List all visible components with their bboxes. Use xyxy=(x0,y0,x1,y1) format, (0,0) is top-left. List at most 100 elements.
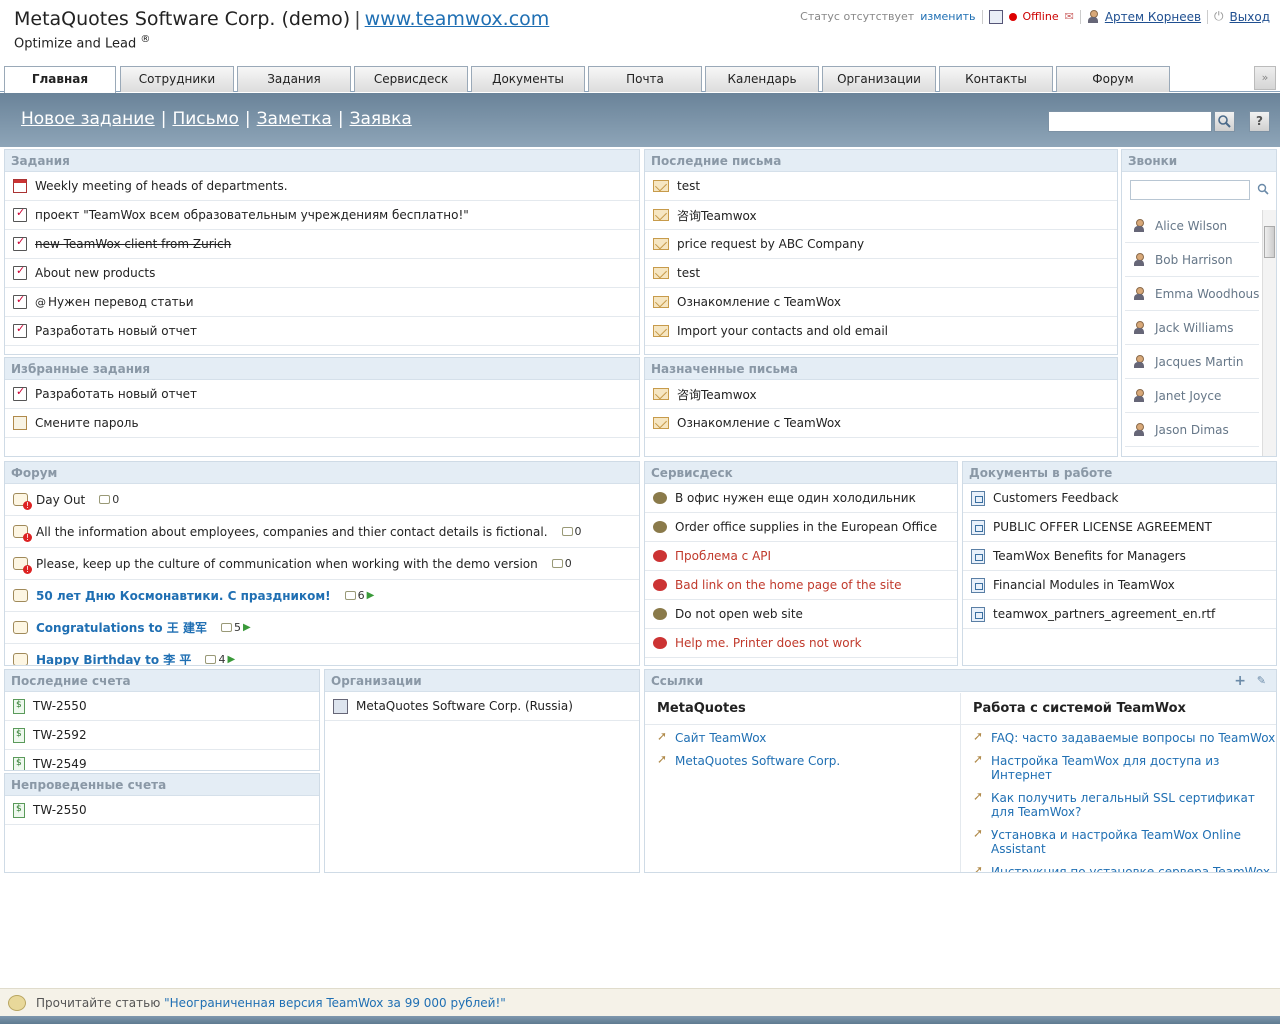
ticket-row[interactable]: Help me. Printer does not work xyxy=(645,629,957,658)
document-row[interactable]: Customers Feedback xyxy=(963,484,1276,513)
new-task-link[interactable]: Новое задание xyxy=(21,109,155,129)
message-icon[interactable]: ✉ xyxy=(1065,10,1074,23)
link-row[interactable]: Инструкция по установке сервера TeamWox xyxy=(961,861,1276,872)
ticket-row[interactable]: Проблема с API xyxy=(645,542,957,571)
tab-calendar[interactable]: Календарь xyxy=(705,66,819,92)
contact-row[interactable]: Jack Williams xyxy=(1125,311,1259,345)
ticket-title[interactable]: Bad link on the home page of the site xyxy=(675,578,902,592)
forum-topic[interactable]: All the information about employees, com… xyxy=(36,525,548,539)
mail-subject[interactable]: test xyxy=(677,266,700,280)
contact-name[interactable]: Jason Dimas xyxy=(1155,423,1229,437)
new-arrow-icon[interactable]: ▶ xyxy=(227,654,235,665)
mail-row[interactable]: test xyxy=(645,259,1117,288)
ticket-row[interactable]: В офис нужен еще один холодильник xyxy=(645,484,957,513)
document-title[interactable]: teamwox_partners_agreement_en.rtf xyxy=(993,607,1215,621)
mail-row[interactable]: Import your contacts and old email xyxy=(645,317,1117,346)
mail-subject[interactable]: Import your contacts and old email xyxy=(677,324,888,338)
panel-title[interactable]: Документы в работе xyxy=(963,462,1276,484)
tab-forum[interactable]: Форум xyxy=(1056,66,1170,92)
panel-title[interactable]: Организации xyxy=(325,670,639,692)
ticket-row[interactable]: Do not open web site xyxy=(645,600,957,629)
forum-row[interactable]: 50 лет Дню Космонавтики. С праздником! 6 ▶ xyxy=(5,580,639,612)
link-row[interactable]: Установка и настройка TeamWox Online Ass… xyxy=(961,824,1276,861)
mail-row[interactable]: Ознакомление с TeamWox xyxy=(645,409,1117,438)
invoice-number[interactable]: TW-2550 xyxy=(33,699,87,713)
ticket-title[interactable]: Order office supplies in the European Of… xyxy=(675,520,937,534)
contact-name[interactable]: Jack Williams xyxy=(1155,321,1234,335)
site-link[interactable]: www.teamwox.com xyxy=(365,8,550,30)
mail-subject[interactable]: 咨询Teamwox xyxy=(677,386,757,403)
add-icon[interactable]: + xyxy=(1234,670,1246,692)
task-row[interactable]: проект "TeamWox всем образовательным учр… xyxy=(5,201,639,230)
contact-name[interactable]: Emma Woodhouse xyxy=(1155,287,1259,301)
article-link[interactable]: "Неограниченная версия TeamWox за 99 000… xyxy=(164,996,506,1010)
tab-documents[interactable]: Документы xyxy=(471,66,585,92)
forum-row[interactable]: All the information about employees, com… xyxy=(5,516,639,548)
document-row[interactable]: TeamWox Benefits for Managers xyxy=(963,542,1276,571)
task-row[interactable]: Weekly meeting of heads of departments. xyxy=(5,172,639,201)
new-arrow-icon[interactable]: ▶ xyxy=(367,590,375,601)
edit-icon[interactable]: ✎ xyxy=(1257,670,1266,692)
task-row[interactable]: Смените пароль xyxy=(5,409,639,438)
calls-scrollbar[interactable] xyxy=(1262,210,1276,456)
task-title[interactable]: About new products xyxy=(35,266,155,280)
ticket-row[interactable]: Order office supplies in the European Of… xyxy=(645,513,957,542)
ticket-row[interactable]: Bad link on the home page of the site xyxy=(645,571,957,600)
contact-name[interactable]: Jacques Martin xyxy=(1155,355,1243,369)
invoice-row[interactable]: TW-2550 xyxy=(5,796,319,825)
forum-row[interactable]: Day Out 0 xyxy=(5,484,639,516)
document-row[interactable]: Financial Modules in TeamWox xyxy=(963,571,1276,600)
link-row[interactable]: Настройка TeamWox для доступа из Интерне… xyxy=(961,750,1276,787)
organization-name[interactable]: MetaQuotes Software Corp. (Russia) xyxy=(356,699,573,713)
status-change-link[interactable]: изменить xyxy=(920,10,975,23)
contact-row[interactable]: Jason Dimas xyxy=(1125,413,1259,447)
invoice-row[interactable]: TW-2592 xyxy=(5,721,319,750)
link-row[interactable]: MetaQuotes Software Corp. xyxy=(645,750,960,773)
invoice-number[interactable]: TW-2550 xyxy=(33,803,87,817)
ticket-title[interactable]: Проблема с API xyxy=(675,549,771,563)
panel-title[interactable]: Последние письма xyxy=(645,150,1117,172)
task-row[interactable]: @Нужен перевод статьи xyxy=(5,288,639,317)
power-icon[interactable]: ⏻ xyxy=(1214,9,1224,24)
contact-name[interactable]: Bob Harrison xyxy=(1155,253,1233,267)
link-text[interactable]: Инструкция по установке сервера TeamWox xyxy=(991,865,1270,872)
forum-topic[interactable]: Happy Birthday to 李 平 xyxy=(36,651,191,665)
mail-subject[interactable]: Ознакомление с TeamWox xyxy=(677,295,841,309)
search-input[interactable] xyxy=(1048,111,1212,132)
link-text[interactable]: FAQ: часто задаваемые вопросы по TeamWox xyxy=(991,731,1275,745)
mail-subject[interactable]: test xyxy=(677,179,700,193)
invoice-row[interactable]: TW-2549 xyxy=(5,750,319,770)
scrollbar-thumb[interactable] xyxy=(1264,226,1275,258)
panel-title[interactable]: Последние счета xyxy=(5,670,319,692)
link-row[interactable]: Сайт TeamWox xyxy=(645,725,960,750)
ticket-title[interactable]: Do not open web site xyxy=(675,607,803,621)
link-text[interactable]: Как получить легальный SSL сертификат дл… xyxy=(991,791,1261,819)
contact-name[interactable]: Alice Wilson xyxy=(1155,219,1227,233)
invoice-row[interactable]: TW-2550 xyxy=(5,692,319,721)
panel-title[interactable]: Задания xyxy=(5,150,639,172)
search-button[interactable] xyxy=(1214,111,1235,132)
task-title[interactable]: Нужен перевод статьи xyxy=(48,295,194,309)
forum-topic[interactable]: Please, keep up the culture of communica… xyxy=(36,557,538,571)
tab-employees[interactable]: Сотрудники xyxy=(120,66,234,92)
tab-servicedesk[interactable]: Сервисдеск xyxy=(354,66,468,92)
logout-link[interactable]: Выход xyxy=(1230,10,1270,24)
mail-row[interactable]: test xyxy=(645,172,1117,201)
calls-search-input[interactable] xyxy=(1130,180,1250,200)
invoice-number[interactable]: TW-2549 xyxy=(33,757,87,770)
user-link[interactable]: Артем Корнеев xyxy=(1105,10,1201,24)
translate-icon[interactable] xyxy=(988,9,1003,24)
contact-row[interactable]: Jacques Martin xyxy=(1125,345,1259,379)
new-request-link[interactable]: Заявка xyxy=(350,109,412,129)
new-note-link[interactable]: Заметка xyxy=(257,109,332,129)
tab-tasks[interactable]: Задания xyxy=(237,66,351,92)
tab-mail[interactable]: Почта xyxy=(588,66,702,92)
mail-row[interactable]: Ознакомление с TeamWox xyxy=(645,288,1117,317)
mail-subject[interactable]: 咨询Teamwox xyxy=(677,207,757,224)
search-icon[interactable] xyxy=(1256,182,1270,196)
panel-title[interactable]: Форум xyxy=(5,462,639,484)
forum-row[interactable]: Happy Birthday to 李 平 4 ▶ xyxy=(5,644,639,665)
new-arrow-icon[interactable]: ▶ xyxy=(243,622,251,633)
mail-subject[interactable]: Ознакомление с TeamWox xyxy=(677,416,841,430)
mail-row[interactable]: 咨询Teamwox xyxy=(645,201,1117,230)
